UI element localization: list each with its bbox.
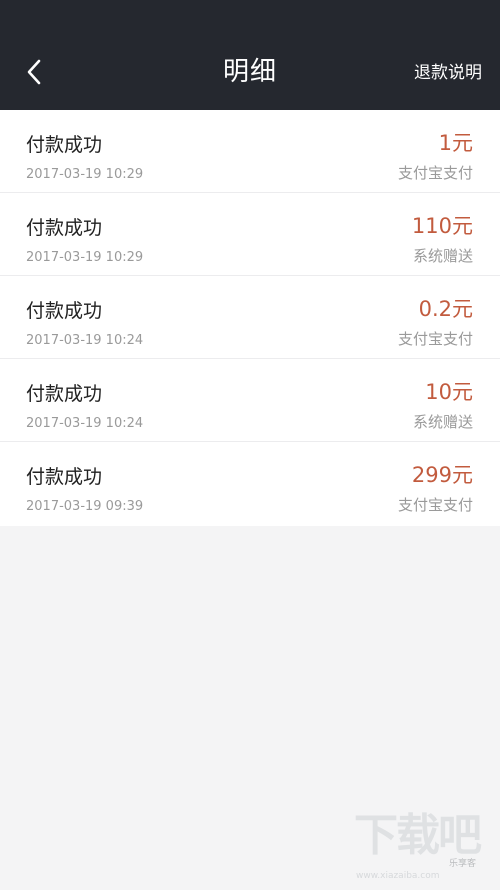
transaction-time: 2017-03-19 10:29: [26, 167, 144, 182]
payment-method: 支付宝支付: [397, 496, 473, 514]
watermark-url: www.xiazaiba.com: [356, 871, 440, 881]
transaction-row[interactable]: 付款成功 2017-03-19 10:24 0.2元 支付宝支付: [0, 276, 500, 359]
payment-method: 系统赠送: [412, 413, 473, 431]
refund-info-link[interactable]: 退款说明: [414, 60, 482, 86]
payment-method: 支付宝支付: [397, 164, 473, 182]
transaction-time: 2017-03-19 10:29: [26, 250, 144, 265]
transaction-amount: 0.2元: [418, 297, 473, 321]
transaction-row[interactable]: 付款成功 2017-03-19 10:29 1元 支付宝支付: [0, 110, 500, 193]
watermark-logo: 下载吧: [354, 810, 482, 861]
transaction-time: 2017-03-19 09:39: [26, 499, 144, 514]
transaction-amount: 110元: [411, 214, 473, 238]
transaction-time: 2017-03-19 10:24: [26, 333, 144, 348]
transaction-list: 付款成功 2017-03-19 10:29 1元 支付宝支付 付款成功 2017…: [0, 110, 500, 526]
watermark-tag: 乐享客: [448, 859, 476, 869]
transaction-amount: 299元: [411, 463, 473, 487]
top-nav-bar: 明细 退款说明: [0, 0, 500, 110]
transaction-status: 付款成功: [26, 217, 103, 239]
transaction-row[interactable]: 付款成功 2017-03-19 10:24 10元 系统赠送: [0, 359, 500, 442]
payment-method: 支付宝支付: [397, 330, 473, 348]
payment-method: 系统赠送: [412, 247, 473, 265]
transaction-status: 付款成功: [26, 134, 103, 156]
transaction-status: 付款成功: [26, 466, 103, 488]
transaction-amount: 10元: [425, 380, 473, 404]
transaction-row[interactable]: 付款成功 2017-03-19 10:29 110元 系统赠送: [0, 193, 500, 276]
transaction-status: 付款成功: [26, 300, 103, 322]
transaction-amount: 1元: [438, 131, 473, 155]
transaction-status: 付款成功: [26, 383, 103, 405]
site-watermark: 下载吧 乐享客 www.xiazaiba.com: [350, 810, 482, 882]
transaction-time: 2017-03-19 10:24: [26, 416, 144, 431]
transaction-row[interactable]: 付款成功 2017-03-19 09:39 299元 支付宝支付: [0, 442, 500, 526]
